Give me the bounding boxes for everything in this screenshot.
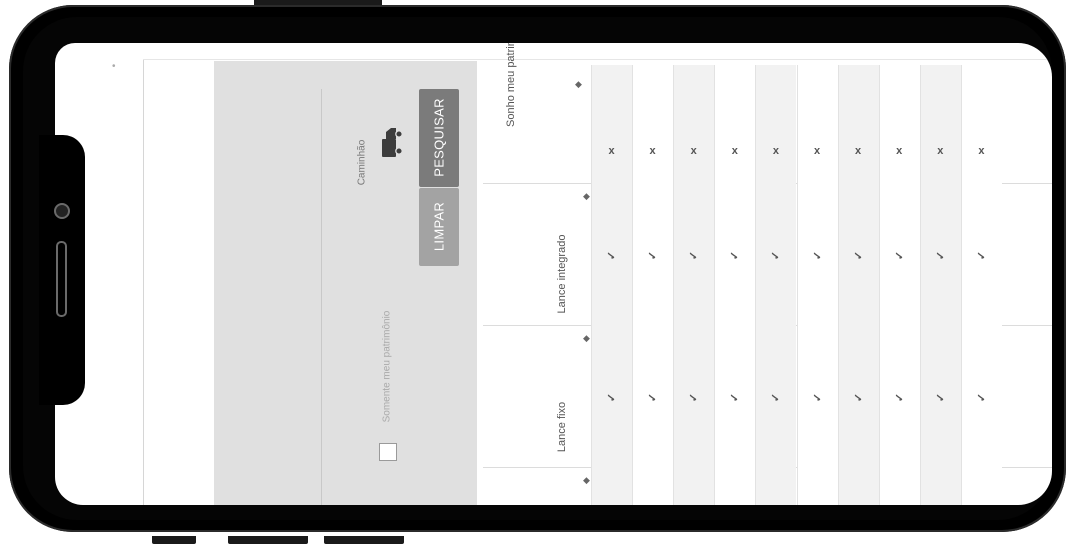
table-row[interactable] [796, 65, 838, 505]
header-lance-integrado[interactable]: Lance integrado [556, 219, 568, 329]
filter-divider [321, 89, 322, 505]
own-assets-checkbox[interactable] [379, 443, 397, 461]
check-icon: ✓ [770, 392, 783, 403]
clear-button-label: LIMPAR [431, 201, 447, 252]
check-icon: ✓ [729, 250, 742, 261]
check-icon: ✓ [811, 392, 824, 403]
check-icon: ✓ [852, 250, 865, 261]
check-icon: ✓ [852, 392, 865, 403]
table-row[interactable] [714, 65, 756, 505]
cross-icon: x [772, 145, 779, 157]
search-button-label: PESQUISAR [431, 98, 447, 177]
sort-icon[interactable]: ◆ [583, 191, 590, 202]
row-divider [591, 65, 592, 505]
table-row[interactable] [632, 65, 674, 505]
vehicle-type-label: Caminhão [356, 139, 368, 186]
cross-icon: x [690, 145, 697, 157]
cross-icon: x [731, 145, 738, 157]
header-divider [143, 59, 1052, 60]
check-icon: ✓ [770, 250, 783, 261]
row-divider [673, 65, 675, 505]
phone-frame: • Caminhão Somente meu patrimônio PESQUI… [9, 5, 1066, 532]
menu-dot-icon[interactable]: • [112, 61, 116, 72]
cross-icon: x [978, 145, 985, 157]
table-row[interactable] [591, 65, 632, 505]
check-icon: ✓ [893, 250, 906, 261]
cross-icon: x [855, 145, 862, 157]
check-icon: ✓ [688, 250, 701, 261]
row-divider [796, 65, 798, 505]
check-icon: ✓ [606, 250, 618, 261]
cross-icon: x [813, 145, 821, 157]
table-row[interactable] [960, 65, 1002, 505]
row-divider [919, 65, 921, 505]
check-icon: ✓ [975, 250, 988, 261]
clear-button[interactable]: LIMPAR [419, 188, 459, 266]
table-row[interactable] [837, 65, 879, 505]
search-button[interactable]: PESQUISAR [419, 89, 459, 187]
sidebar-divider [143, 59, 144, 505]
check-icon: ✓ [811, 250, 824, 261]
row-divider [755, 65, 757, 505]
cross-icon: x [937, 145, 944, 157]
check-icon: ✓ [934, 250, 947, 261]
row-divider [878, 65, 880, 505]
check-icon: ✓ [975, 392, 988, 403]
check-icon: ✓ [647, 392, 660, 403]
check-icon: ✓ [606, 392, 618, 403]
cross-icon: x [608, 145, 615, 157]
header-label: Sonho meu patrimônio [505, 43, 517, 127]
row-divider [632, 65, 634, 505]
sort-icon[interactable]: ◆ [583, 333, 590, 344]
earpiece-speaker [56, 241, 67, 317]
header-sonho-meu-patrimonio[interactable]: Sonho meu patrimônio [505, 43, 517, 127]
check-icon: ✓ [729, 392, 742, 403]
front-camera [54, 203, 70, 219]
volume-up-button [228, 536, 308, 544]
silent-switch [152, 536, 196, 544]
check-icon: ✓ [688, 392, 701, 403]
results-table: Sonho meu patrimônio ◆ Lance integrado ◆… [483, 43, 1052, 505]
phone-screen: • Caminhão Somente meu patrimônio PESQUI… [55, 43, 1052, 505]
volume-down-button [324, 536, 404, 544]
check-icon: ✓ [934, 392, 947, 403]
cross-icon: x [896, 145, 903, 157]
table-row[interactable] [919, 65, 961, 505]
row-divider [960, 65, 962, 505]
table-row[interactable] [878, 65, 920, 505]
sort-icon[interactable]: ◆ [575, 79, 582, 90]
row-divider [714, 65, 716, 505]
row-divider [837, 65, 839, 505]
truck-icon[interactable] [375, 123, 409, 163]
cross-icon: x [649, 145, 656, 157]
own-assets-checkbox-label: Somente meu patrimônio [381, 310, 393, 423]
check-icon: ✓ [893, 392, 906, 403]
table-row[interactable] [673, 65, 715, 505]
table-row[interactable] [755, 65, 797, 505]
header-lance-fixo[interactable]: Lance fixo [556, 392, 568, 462]
table-header [483, 65, 591, 505]
sort-icon[interactable]: ◆ [583, 475, 590, 486]
check-icon: ✓ [647, 250, 660, 261]
